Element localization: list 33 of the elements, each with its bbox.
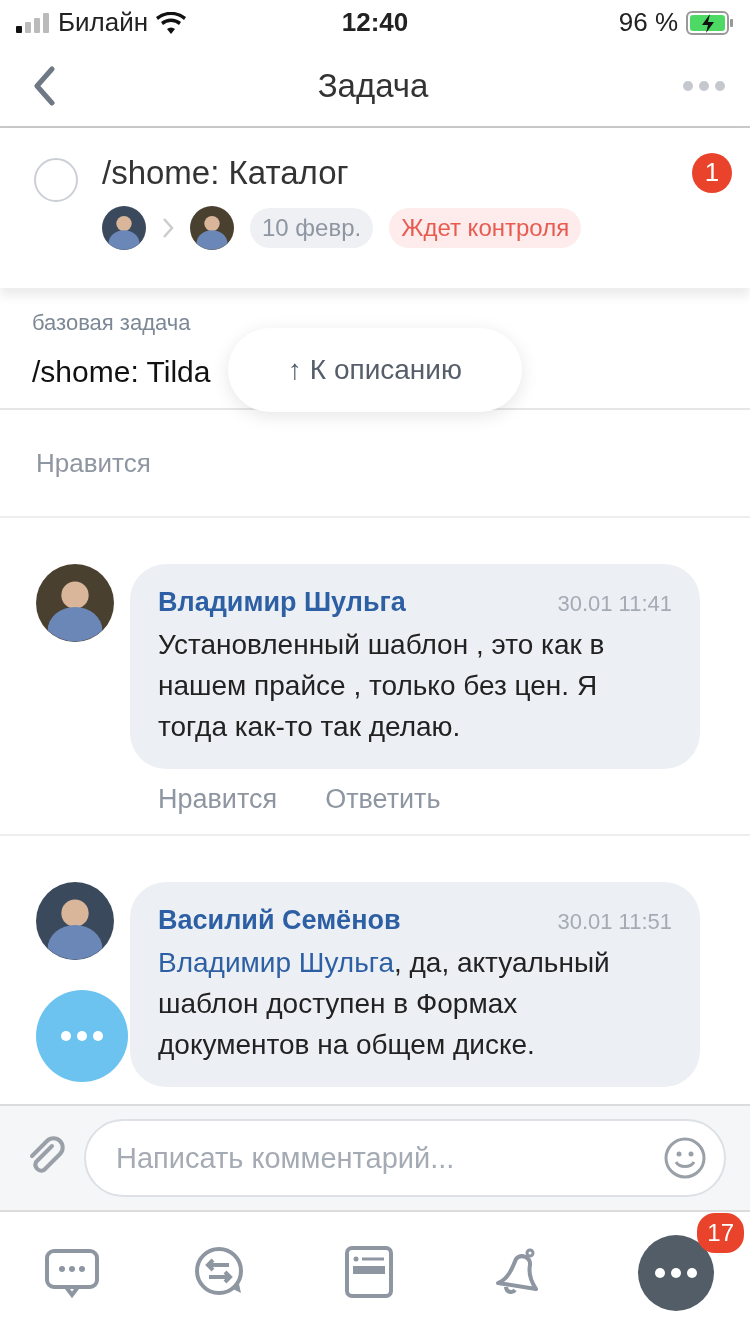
- comment-field[interactable]: Написать комментарий...: [84, 1119, 726, 1197]
- status-time: 12:40: [341, 7, 409, 37]
- wifi-icon: [156, 11, 187, 34]
- carrier-name: Билайн: [58, 6, 149, 39]
- page-title: Задача: [317, 66, 429, 104]
- due-date: 10 февр.: [250, 207, 374, 248]
- like-link[interactable]: Нравится: [36, 443, 151, 483]
- chevron-right-icon: [162, 216, 174, 239]
- comment-text: Владимир Шульга, да, актуальный шаблон доступен в Формах документов на общем диске.: [158, 945, 611, 1062]
- mention-link[interactable]: Владимир Шульга: [158, 946, 394, 978]
- base-task-title: /shome: Tilda: [32, 354, 211, 390]
- comment-author[interactable]: Василий Семёнов: [158, 899, 401, 941]
- signal-icon: [16, 12, 50, 33]
- avatar: [102, 205, 146, 250]
- comment-text: Установленный шаблон , это как в нашем прайсе , только без цен. Я тогда как-то так делаю.: [158, 628, 606, 744]
- emoji-icon[interactable]: [664, 1137, 706, 1179]
- battery-icon: [686, 10, 734, 35]
- unread-badge: 1: [692, 152, 732, 193]
- task-title: /shome: Каталог: [102, 153, 349, 193]
- field-label: базовая задача: [32, 309, 192, 337]
- battery-percent: 96 %: [618, 6, 678, 39]
- status-tag: Ждет контроля: [389, 207, 582, 248]
- task-checkbox[interactable]: [34, 158, 78, 202]
- notification-badge: 17: [697, 1213, 744, 1253]
- comment-time: 30.01 11:41: [557, 590, 672, 618]
- more-icon: [654, 1268, 698, 1278]
- scroll-to-description-button[interactable]: ↑ К описанию: [228, 328, 522, 412]
- comment-time: 30.01 11:51: [557, 907, 672, 936]
- comment-action-link[interactable]: Ответить: [325, 779, 441, 820]
- comment-author[interactable]: Владимир Шульга: [158, 582, 406, 623]
- more-icon: [60, 1031, 104, 1041]
- comment-action-link[interactable]: Нравится: [158, 779, 278, 820]
- avatar: [190, 205, 234, 250]
